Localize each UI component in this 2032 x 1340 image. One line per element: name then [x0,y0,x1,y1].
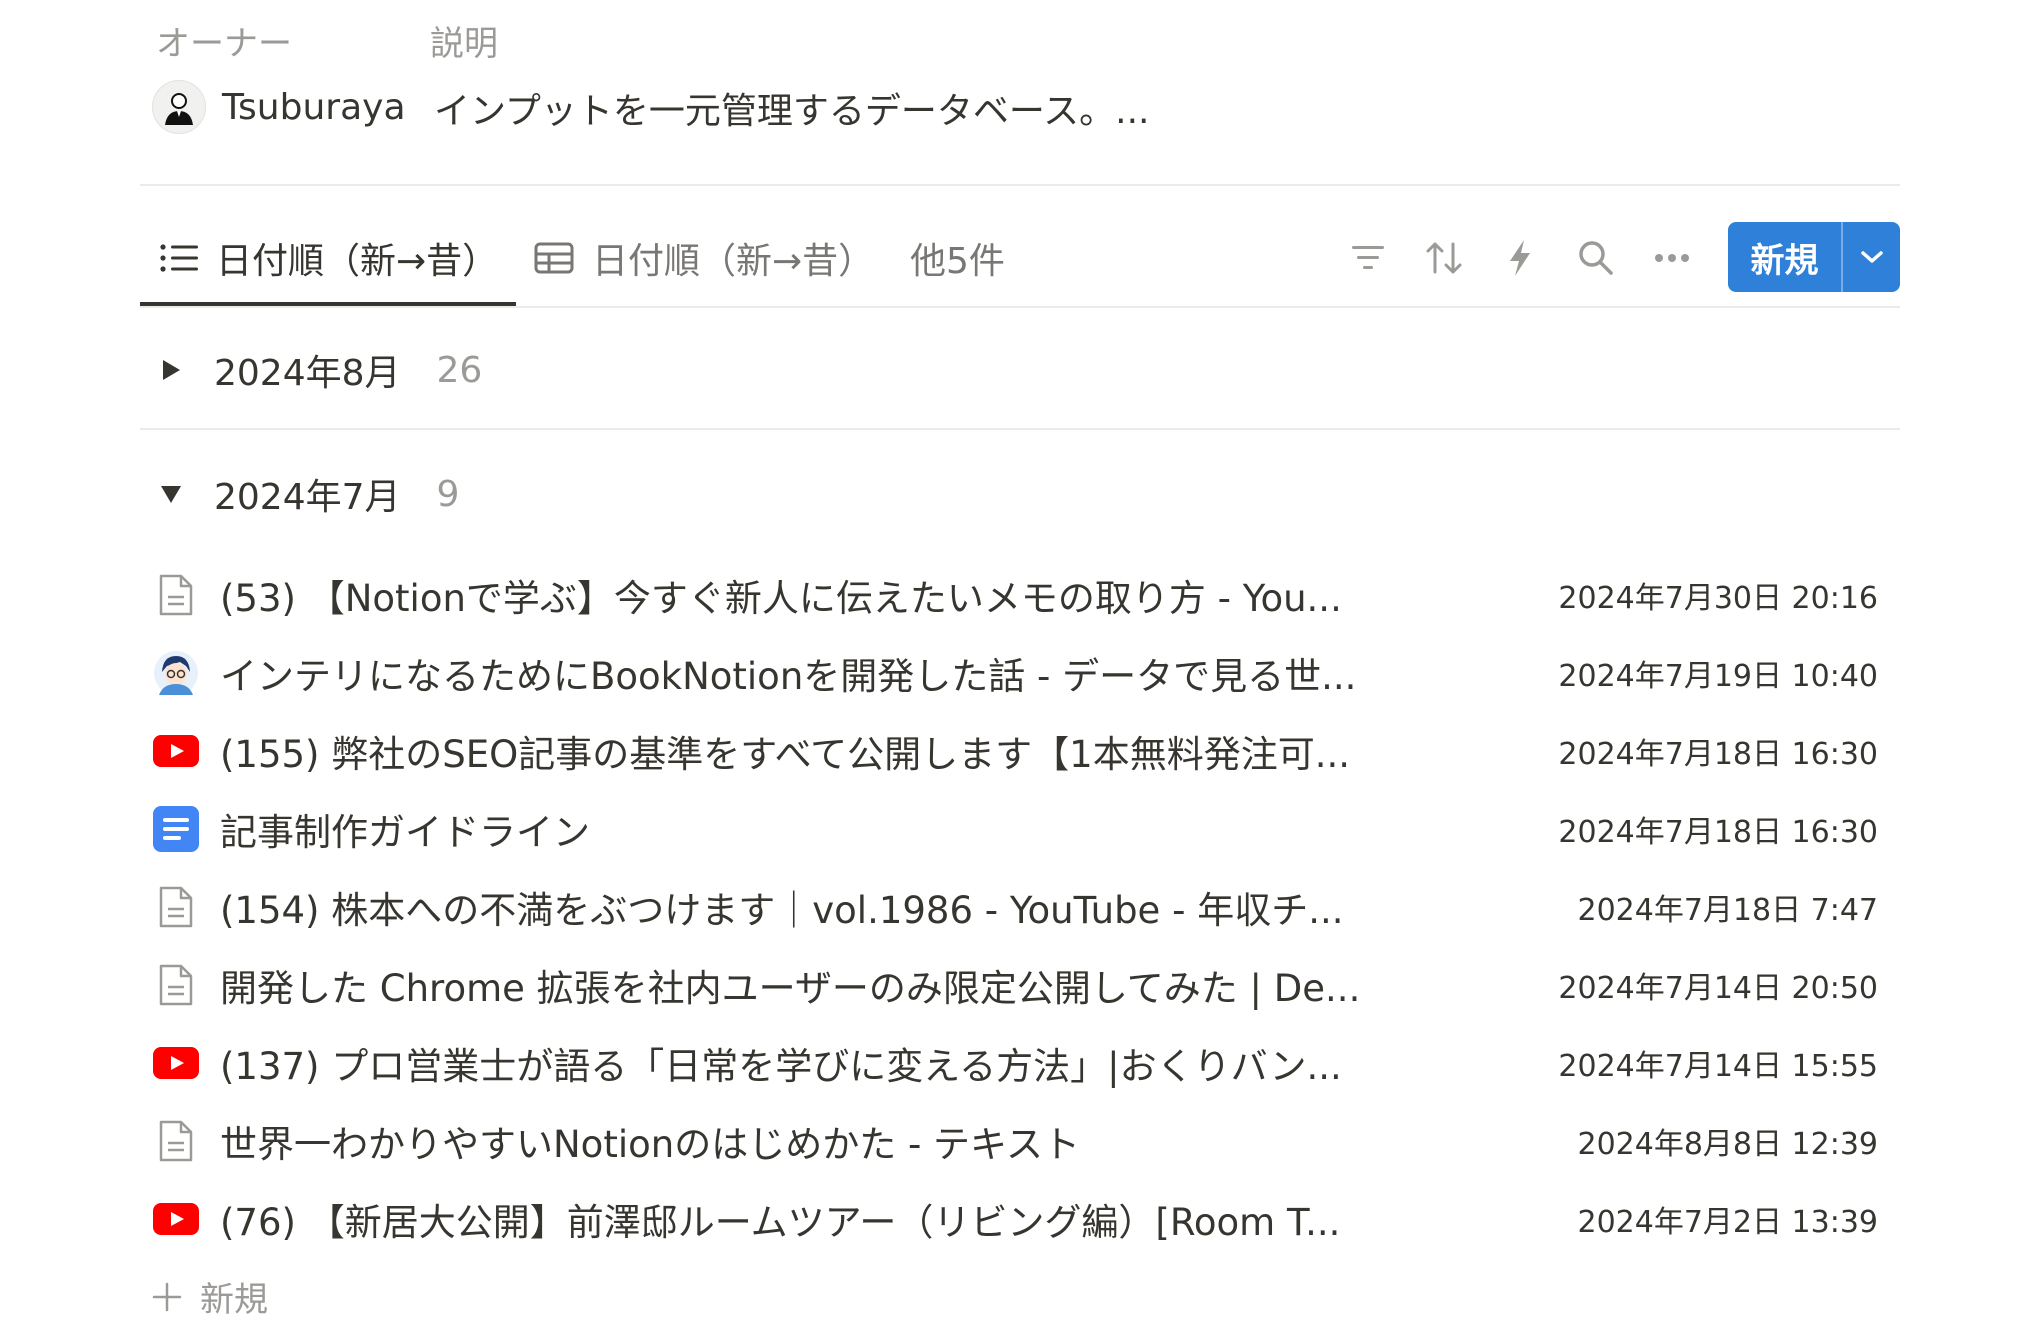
list-item[interactable]: (137) プロ営業士が語る「日常を学びに変える方法」|おくりバン... 202… [152,1032,1878,1094]
person-icon [165,93,193,125]
item-date: 2024年7月14日 15:55 [1558,1049,1878,1084]
tab-label: 日付順（新→昔） [592,241,875,282]
list-item[interactable]: (154) 株本への不満をぶつけます｜vol.1986 - YouTube - … [152,876,1878,938]
google-docs-icon [152,805,200,853]
list-item[interactable]: 記事制作ガイドライン 2024年7月18日 16:30 [152,798,1878,860]
item-date: 2024年7月2日 13:39 [1577,1205,1878,1240]
item-date: 2024年8月8日 12:39 [1577,1127,1878,1162]
table-icon [534,242,574,274]
description-property-label: 説明 [430,24,498,64]
item-title: (76) 【新居大公開】前澤邸ルームツアー（リビング編）[Room T... [220,1201,1341,1244]
group-label: 2024年7月 [214,477,401,518]
item-title: (137) プロ営業士が語る「日常を学びに変える方法」|おくりバン... [220,1045,1342,1088]
list-item[interactable]: (53) 【Notionで学ぶ】今すぐ新人に伝えたいメモの取り方 - You..… [152,564,1878,626]
list-item[interactable]: (76) 【新居大公開】前澤邸ルームツアー（リビング編）[Room T... 2… [152,1188,1878,1250]
page-icon [152,961,200,1009]
tabs-divider [140,306,1900,308]
page-icon [152,1117,200,1165]
tab-list-view[interactable]: 日付順（新→昔） [160,232,498,284]
list-icon [160,243,198,273]
owner-property-label: オーナー [156,24,292,64]
list-item[interactable]: インテリになるためにBookNotionを開発した話 - データで見る世... … [152,642,1878,704]
new-button-group: 新規 [1728,222,1900,292]
chevron-down-icon [1860,251,1883,263]
sort-icon[interactable] [1422,236,1466,280]
group-header-2024-08[interactable]: 2024年8月 26 [156,344,482,396]
item-date: 2024年7月18日 16:30 [1558,737,1878,772]
new-dropdown-button[interactable] [1843,222,1900,292]
plus-icon [152,1282,182,1312]
owner-avatar [152,80,206,134]
page-icon [152,571,200,619]
list-item[interactable]: 世界一わかりやすいNotionのはじめかた - テキスト 2024年8月8日 1… [152,1110,1878,1172]
youtube-icon [152,1039,200,1087]
more-views-button[interactable]: 他5件 [910,232,1005,284]
filter-icon[interactable] [1346,236,1390,280]
item-date: 2024年7月18日 16:30 [1558,815,1878,850]
group-header-2024-07[interactable]: 2024年7月 9 [156,468,459,520]
item-date: 2024年7月14日 20:50 [1558,971,1878,1006]
owner-name: Tsuburaya [222,86,406,128]
triangle-right-icon[interactable] [156,358,186,382]
new-button[interactable]: 新規 [1728,222,1841,292]
search-icon[interactable] [1574,236,1618,280]
item-date: 2024年7月30日 20:16 [1558,581,1878,616]
tab-table-view[interactable]: 日付順（新→昔） [534,232,874,284]
list-item[interactable]: (155) 弊社のSEO記事の基準をすべて公開します【1本無料発注可... 20… [152,720,1878,782]
group-divider [140,428,1900,430]
item-title: インテリになるためにBookNotionを開発した話 - データで見る世... [220,655,1357,698]
group-label: 2024年8月 [214,353,401,394]
tab-label: 日付順（新→昔） [216,241,499,282]
group-count: 9 [436,473,460,515]
youtube-icon [152,1195,200,1243]
item-title: 記事制作ガイドライン [220,811,590,854]
item-date: 2024年7月19日 10:40 [1558,659,1878,694]
item-title: (155) 弊社のSEO記事の基準をすべて公開します【1本無料発注可... [220,733,1350,776]
add-new-label: 新規 [200,1280,268,1320]
youtube-icon [152,727,200,775]
item-title: 世界一わかりやすいNotionのはじめかた - テキスト [220,1123,1080,1166]
page-icon [152,883,200,931]
header-divider [140,184,1900,186]
owner-field[interactable]: Tsuburaya [152,80,406,134]
more-icon[interactable] [1650,236,1694,280]
item-title: 開発した Chrome 拡張を社内ユーザーのみ限定公開してみた | De... [220,967,1361,1010]
item-title: (154) 株本への不満をぶつけます｜vol.1986 - YouTube - … [220,889,1344,932]
group-count: 26 [436,349,483,391]
description-value[interactable]: インプットを一元管理するデータベース。... [434,82,1149,134]
item-title: (53) 【Notionで学ぶ】今すぐ新人に伝えたいメモの取り方 - You..… [220,577,1342,620]
triangle-down-icon[interactable] [156,483,186,505]
automation-icon[interactable] [1498,236,1542,280]
item-date: 2024年7月18日 7:47 [1577,893,1878,928]
add-new-row-button[interactable]: 新規 [152,1272,268,1321]
list-item[interactable]: 開発した Chrome 拡張を社内ユーザーのみ限定公開してみた | De... … [152,954,1878,1016]
avatar-icon [152,649,200,697]
